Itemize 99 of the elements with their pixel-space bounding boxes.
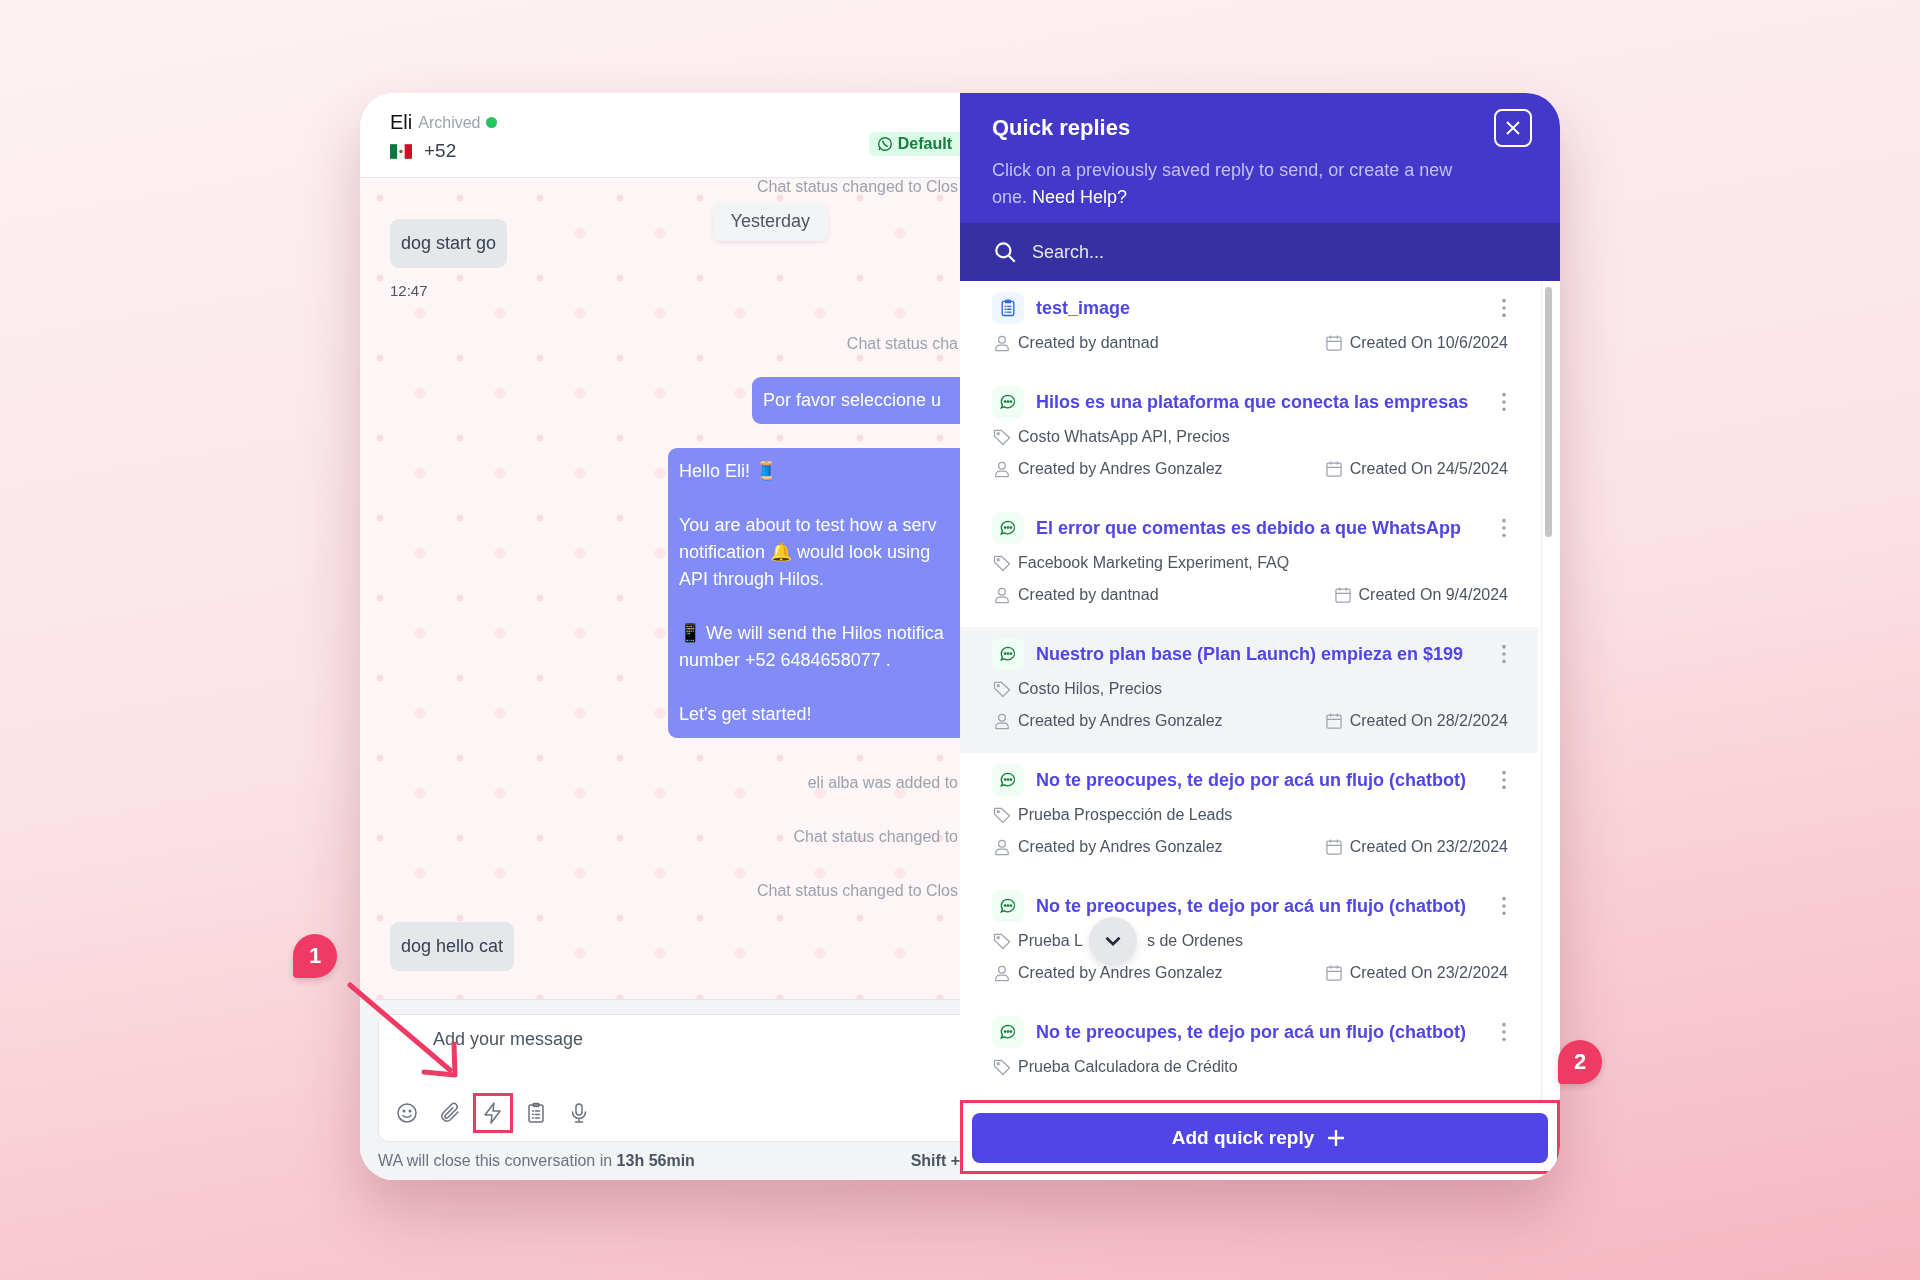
reply-author: Created by Andres Gonzalez (1018, 838, 1223, 856)
tag-icon (992, 553, 1012, 573)
panel-title: Quick replies (992, 115, 1131, 141)
reply-title: Nuestro plan base (Plan Launch) empieza en $199 (1036, 643, 1465, 665)
calendar-icon (1323, 711, 1344, 731)
quick-reply-item[interactable]: No te preocupes, te dejo por acá un flujo (chatbot) Prueba Calculadora de Crédito (960, 1005, 1538, 1099)
chat-bubble-icon (992, 1016, 1024, 1048)
incoming-message: dog hello cat (390, 922, 515, 971)
step-badge: 2 (1558, 1040, 1602, 1084)
calendar-icon (1332, 585, 1353, 605)
reply-tags: Prueba Prospección de Leads (1018, 806, 1233, 824)
reply-title: test_image (1036, 297, 1132, 319)
more-options-icon[interactable] (1500, 643, 1508, 665)
system-message: eli alba was added to (807, 774, 959, 792)
reply-date: Created On 10/6/2024 (1349, 334, 1508, 352)
more-options-icon[interactable] (1500, 1021, 1508, 1043)
scroll-down-button[interactable] (1088, 917, 1137, 965)
quick-reply-item[interactable]: Hilos es una plataforma que conecta las empresas Costo WhatsApp API, Precios Created by Andres Gonzalez Created On 24/5/2024 (960, 375, 1538, 501)
reply-tags: Prueba L (1018, 932, 1083, 950)
user-icon (992, 711, 1012, 731)
search-bar[interactable]: Search... (960, 223, 1560, 281)
paperclip-icon (438, 1101, 462, 1125)
scrollbar-thumb[interactable] (1545, 287, 1552, 537)
tag-icon (992, 931, 1012, 951)
tag-icon (992, 427, 1012, 447)
more-options-icon[interactable] (1500, 517, 1508, 539)
reply-date: Created On 23/2/2024 (1349, 838, 1508, 856)
user-icon (992, 963, 1012, 983)
system-message: Chat status cha (846, 335, 959, 353)
contact-phone: +52 (424, 140, 457, 162)
reply-tags: Costo WhatsApp API, Precios (1018, 428, 1230, 446)
calendar-icon (1323, 837, 1344, 857)
more-options-icon[interactable] (1500, 297, 1508, 319)
whatsapp-icon (876, 136, 893, 152)
reply-author: Created by dantnad (1018, 334, 1159, 352)
tag-icon (992, 679, 1012, 699)
reply-author: Created by dantnad (1018, 586, 1159, 604)
chat-bubble-icon (992, 386, 1024, 418)
calendar-icon (1323, 963, 1344, 983)
quick-reply-item[interactable]: test_image Created by dantnad Created On 10/6/2024 (960, 281, 1538, 375)
channel-badge: Default (868, 132, 960, 156)
user-icon (992, 459, 1012, 479)
user-icon (992, 585, 1012, 605)
panel-description: Click on a previously saved reply to send, or create a new one. Need Help? (992, 159, 1454, 209)
quick-reply-item[interactable]: No te preocupes, te dejo por acá un flujo (chatbot) Prueba L s de Ordenes Created by Andres Gonzalez Created On 23/2/2024 (960, 879, 1538, 1005)
reply-author: Created by Andres Gonzalez (1018, 712, 1223, 730)
quick-reply-item[interactable]: El error que comentas es debido a que WhatsApp Facebook Marketing Experiment, FAQ Created by dantnad Created On 9/4/2024 (960, 501, 1538, 627)
chat-bubble-icon (992, 638, 1024, 670)
reply-title: El error que comentas es debido a que WhatsApp (1036, 517, 1463, 539)
reply-date: Created On 24/5/2024 (1349, 460, 1508, 478)
reply-title: Hilos es una plataforma que conecta las empresas (1036, 391, 1470, 413)
chat-bubble-icon (992, 764, 1024, 796)
reply-author: Created by Andres Gonzalez (1018, 964, 1223, 982)
help-link[interactable]: Need Help? (1032, 187, 1128, 207)
user-icon (992, 333, 1012, 353)
more-options-icon[interactable] (1500, 895, 1508, 917)
quick-reply-item[interactable]: Nuestro plan base (Plan Launch) empieza en $199 Costo Hilos, Precios Created by Andres Gonzalez Created On 28/2/2024 (960, 627, 1538, 753)
system-message: Chat status changed to (793, 828, 959, 846)
clipboard-icon (992, 292, 1024, 324)
reply-author: Created by Andres Gonzalez (1018, 460, 1223, 478)
reply-date: Created On 23/2/2024 (1349, 964, 1508, 982)
outgoing-message: Hello Eli! 🧵 You are about to test how a serv notification 🔔 would look using API through Hilos. 📱 We will send the Hilos notifica number +52 6484658077 . Let's get started! (668, 448, 960, 738)
reply-title: No te preocupes, te dejo por acá un flujo (chatbot) (1036, 1021, 1468, 1043)
reply-tags: s de Ordenes (1146, 932, 1243, 950)
contact-status: Archived (418, 113, 481, 132)
system-message: Chat status changed to Clos (757, 178, 959, 196)
smiley-icon (395, 1101, 419, 1125)
reply-date: Created On 28/2/2024 (1349, 712, 1508, 730)
chat-bubble-icon (992, 890, 1024, 922)
quick-reply-button[interactable] (473, 1093, 513, 1133)
message-input[interactable]: Add your message (395, 1025, 960, 1054)
flag-icon (390, 143, 412, 159)
user-icon (992, 837, 1012, 857)
add-quick-reply-button[interactable]: Add quick reply (972, 1113, 1548, 1163)
chat-bubble-icon (992, 512, 1024, 544)
reply-title: No te preocupes, te dejo por acá un flujo (chatbot) (1036, 895, 1468, 917)
outgoing-message: Por favor seleccione u (752, 377, 960, 424)
tag-icon (992, 1057, 1012, 1077)
more-options-icon[interactable] (1500, 769, 1508, 791)
close-button[interactable] (1494, 109, 1532, 147)
window-notice: WA will close this conversation in 13h 56min (378, 1152, 695, 1170)
tag-icon (992, 805, 1012, 825)
contact-name: Eli (390, 111, 413, 134)
reply-tags: Facebook Marketing Experiment, FAQ (1018, 554, 1290, 572)
reply-tags: Costo Hilos, Precios (1018, 680, 1163, 698)
calendar-icon (1323, 333, 1344, 353)
search-icon (992, 239, 1018, 265)
shortcut-hint: Shift + (910, 1152, 960, 1170)
reply-title: No te preocupes, te dejo por acá un flujo (chatbot) (1036, 769, 1468, 791)
incoming-message: dog start go (390, 219, 508, 268)
calendar-icon (1323, 459, 1344, 479)
search-field[interactable]: Search... (1030, 240, 1560, 264)
message-time: 12:47 (389, 282, 429, 299)
reply-date: Created On 9/4/2024 (1358, 586, 1508, 604)
more-options-icon[interactable] (1500, 391, 1508, 413)
step-badge: 1 (293, 934, 337, 978)
quick-reply-item[interactable]: No te preocupes, te dejo por acá un flujo (chatbot) Prueba Prospección de Leads Created by Andres Gonzalez Created On 23/2/2024 (960, 753, 1538, 879)
system-message: Chat status changed to Clos (757, 882, 959, 900)
reply-tags: Prueba Calculadora de Crédito (1018, 1058, 1238, 1076)
